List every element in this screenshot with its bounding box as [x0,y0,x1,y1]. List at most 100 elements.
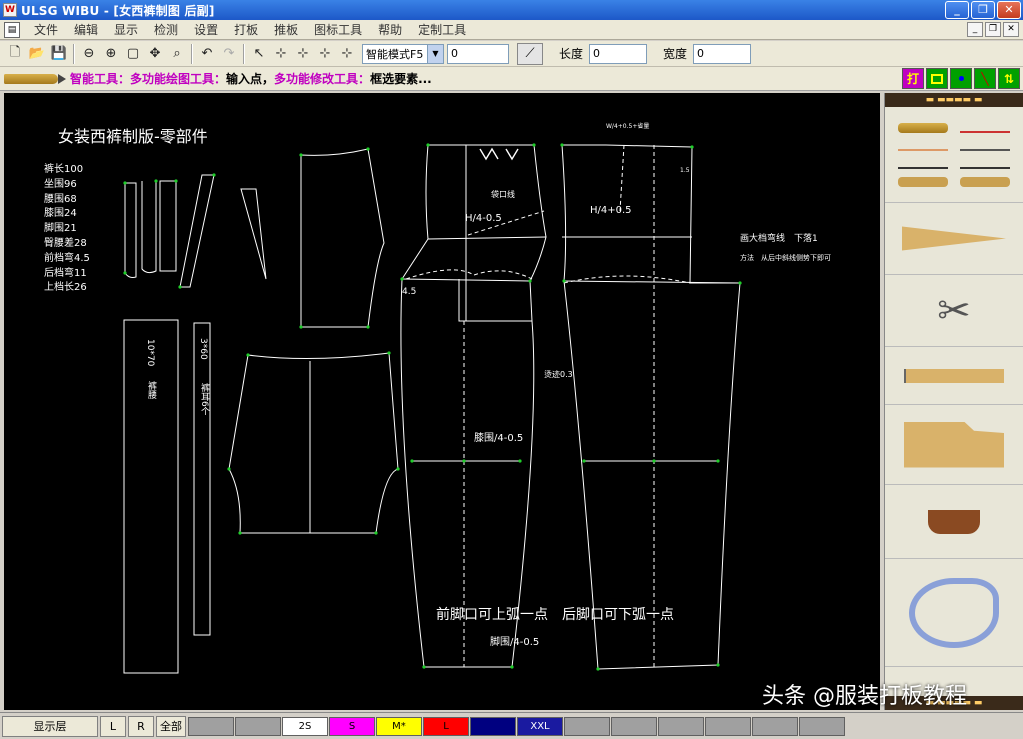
back-top-label: W/4+0.5+省量 [606,123,650,130]
pan-icon[interactable]: ✥ [144,43,166,65]
menu-custom-tools[interactable]: 定制工具 [410,21,474,38]
toolbar-separator [243,43,245,64]
point-add-icon[interactable]: ⊹ [314,43,336,65]
new-file-icon[interactable]: 🗋 [4,43,26,65]
size-swatch[interactable] [799,716,845,736]
menu-view[interactable]: 显示 [106,21,146,38]
angle-line-icon[interactable]: ⟋ [517,42,543,65]
pencil-tool-icon[interactable] [898,122,948,133]
waistband-size-label: 10*70 [145,339,155,367]
menu-settings[interactable]: 设置 [186,21,226,38]
front-crotch-curve [405,269,533,280]
document-icon[interactable]: ▤ [4,21,20,38]
divider-tool-icon[interactable] [960,159,1010,169]
point-move-icon[interactable]: ⊹ [270,43,292,65]
point-select-icon[interactable]: ⊹ [336,43,358,65]
tub-icon [928,509,980,534]
panel-header: ▬ ▬▬▬▬ ▬ [885,93,1023,107]
width-label: 宽度 [663,47,688,61]
measurement-item: 前档弯4.5 [44,252,90,264]
undo-icon[interactable]: ↶ [196,43,218,65]
curve-ruler-tool[interactable] [885,559,1023,667]
pattern-paper-tool[interactable] [885,203,1023,275]
size-swatch[interactable] [564,716,610,736]
size-swatch[interactable] [470,716,516,736]
paper-pattern-icon [902,226,1006,251]
size-swatch[interactable] [705,716,751,736]
menu-icon-tools[interactable]: 图标工具 [306,21,370,38]
compass-tool-icon[interactable] [898,159,948,169]
redo-icon[interactable]: ↷ [218,43,240,65]
maximize-button[interactable]: ❐ [971,1,995,19]
menu-grading[interactable]: 推板 [266,21,306,38]
width-input[interactable]: 0 [693,43,752,64]
menu-file[interactable]: 文件 [26,21,66,38]
ruler-tool-icon[interactable] [960,123,1010,133]
left-button[interactable]: L [100,715,126,737]
size-swatches: 2S S M* L XXL [188,716,846,736]
pattern-mode-button[interactable]: 打 [902,68,924,89]
size-swatch[interactable]: M* [376,716,422,736]
all-button[interactable]: 全部 [156,715,186,737]
line-tool-icon[interactable] [898,141,948,151]
drawing-canvas[interactable]: 女装西裤制版-零部件 裤长100 坐围96 腰围68 膝围24 脚围21 臀腰差… [4,93,880,710]
scissors-icon: ✂ [937,287,971,334]
pattern-piece [159,180,177,272]
size-swatch[interactable]: XXL [517,716,563,736]
size-swatch[interactable] [235,716,281,736]
arrow-mode-icon[interactable]: ⇅ [998,68,1020,89]
scissors-tool[interactable]: ✂ [885,275,1023,347]
back-hip-label: H/4+0.5 [590,205,632,216]
layer-button[interactable]: 显示层 [2,715,98,737]
length-label: 长度 [559,47,584,61]
size-swatch[interactable] [188,716,234,736]
zoom-out-icon[interactable]: ⊖ [78,43,100,65]
zoom-window-icon[interactable]: ⌕ [166,43,188,65]
point-adjust-icon[interactable]: ⊹ [292,43,314,65]
size-swatch[interactable]: S [329,716,375,736]
rect-mode-icon[interactable] [926,68,948,89]
length-input[interactable]: 0 [589,43,648,64]
pattern-piece-tool[interactable] [885,405,1023,485]
value-input[interactable]: 0 [447,43,509,64]
watermark: 头条 @服装打板教程 [762,684,967,709]
notch-tool[interactable] [885,347,1023,405]
doc-close-button[interactable]: ✕ [1003,22,1019,37]
size-swatch[interactable]: L [423,716,469,736]
right-button[interactable]: R [128,715,154,737]
select-delete-icon[interactable]: ↖ [248,43,270,65]
app-logo-icon[interactable]: W [3,3,17,17]
tape-tool-icon[interactable] [898,176,948,187]
menu-edit[interactable]: 编辑 [66,21,106,38]
measurement-item: 膝围24 [44,208,77,220]
size-swatch[interactable]: 2S [282,716,328,736]
size-swatch[interactable] [752,716,798,736]
close-button[interactable]: ✕ [997,1,1021,19]
yoke-piece [228,352,399,534]
measurement-list: 裤长100 坐围96 腰围68 膝围24 脚围21 臀腰差28 前档弯4.5 后… [44,163,90,296]
minimize-button[interactable]: _ [945,1,969,19]
point-mode-icon[interactable] [950,68,972,89]
menu-help[interactable]: 帮助 [370,21,410,38]
line-mode-icon[interactable]: ╲ [974,68,996,89]
zoom-fit-icon[interactable]: ▢ [122,43,144,65]
angle-tool-icon[interactable] [960,141,1010,151]
toolbar-separator [73,43,75,64]
crotch-note-1: 画大档弯线 下落1 [740,234,818,244]
size-swatch[interactable] [658,716,704,736]
doc-restore-button[interactable]: ❐ [985,22,1001,37]
open-folder-icon[interactable]: 📂 [26,43,48,65]
front-center-label: 烫迹0.3 [544,370,573,379]
mode-select[interactable]: 智能模式F5 ▼ [362,43,444,64]
zoom-in-icon[interactable]: ⊕ [100,43,122,65]
menu-pattern[interactable]: 打板 [226,21,266,38]
measure-tool-icon[interactable] [960,176,1010,187]
measurement-item: 臀腰差28 [44,237,87,249]
size-swatch[interactable] [611,716,657,736]
dye-tool[interactable] [885,485,1023,559]
save-icon[interactable]: 💾 [48,43,70,65]
pocket-label: 袋口线 [491,190,515,199]
menu-check[interactable]: 检测 [146,21,186,38]
back-dart-line [619,144,625,212]
doc-minimize-button[interactable]: _ [967,22,983,37]
